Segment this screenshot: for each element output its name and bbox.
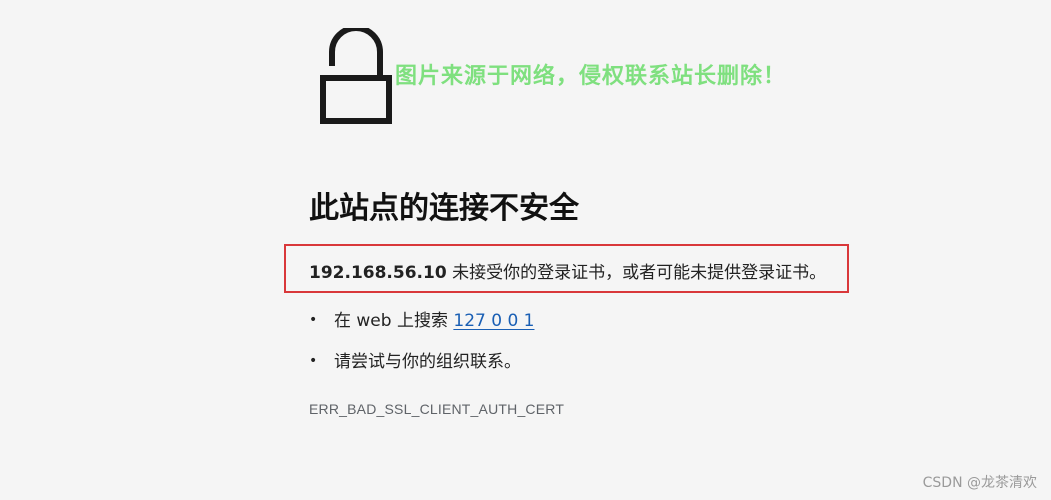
csdn-credit: CSDN @龙茶清欢 bbox=[922, 475, 1037, 491]
page-title: 此站点的连接不安全 bbox=[309, 191, 579, 226]
source-watermark: 图片来源于网络，侵权联系站长删除！ bbox=[395, 64, 787, 89]
bullet-icon: • bbox=[309, 353, 318, 369]
unlocked-padlock-icon bbox=[320, 28, 392, 124]
bullet-icon: • bbox=[309, 312, 318, 328]
error-description: 未接受你的登录证书，或者可能未提供登录证书。 bbox=[446, 263, 827, 283]
error-code: ERR_BAD_SSL_CLIENT_AUTH_CERT bbox=[309, 401, 565, 417]
search-prefix: 在 web 上搜索 bbox=[334, 311, 454, 331]
suggestion-contact: • 请尝试与你的组织联系。 bbox=[309, 347, 521, 372]
suggestion-search: • 在 web 上搜索 127 0 0 1 bbox=[309, 306, 534, 331]
search-web-link[interactable]: 127 0 0 1 bbox=[453, 311, 534, 331]
error-message: 192.168.56.10 未接受你的登录证书，或者可能未提供登录证书。 bbox=[309, 258, 826, 283]
error-host: 192.168.56.10 bbox=[309, 263, 447, 283]
contact-organization-text: 请尝试与你的组织联系。 bbox=[334, 352, 521, 372]
